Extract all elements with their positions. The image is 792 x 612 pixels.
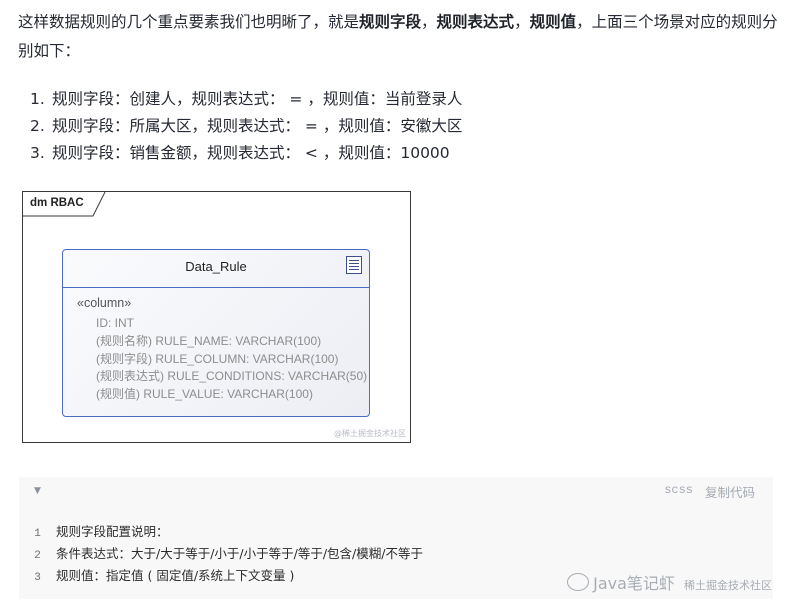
uml-diagram: dm RBAC Data_Rule «column» ID: INT (规则名称… [22, 191, 411, 443]
attribute-item: (规则值) RULE_VALUE: VARCHAR(100) [96, 387, 313, 402]
list-item: 2. 规则字段：所属大区，规则表达式： = ，规则值：安徽大区 [30, 113, 462, 140]
list-item-number: 2. [30, 117, 45, 135]
list-item: 1. 规则字段：创建人，规则表达式： = ，规则值：当前登录人 [30, 86, 462, 113]
intro-text-1: 这样数据规则的几个重点要素我们也明晰了，就是 [18, 13, 360, 31]
intro-bold-rule-field: 规则字段 [359, 13, 422, 31]
list-item-text: 规则字段：所属大区，规则表达式： = ，规则值：安徽大区 [52, 117, 463, 135]
entity-data-rule: Data_Rule «column» ID: INT (规则名称) RULE_N… [62, 249, 370, 417]
code-text: 规则值：指定值 ( 固定值/系统上下文变量 ) [56, 568, 295, 583]
page-watermark: Java笔记虾 稀土掘金技术社区 [567, 570, 772, 594]
entity-name: Data_Rule [185, 259, 247, 274]
entity-separator [63, 287, 369, 288]
line-number: 3 [34, 572, 41, 584]
intro-bold-rule-expression: 规则表达式 [436, 13, 515, 31]
wechat-icon [567, 573, 590, 591]
watermark-text: Java笔记虾 [593, 574, 675, 593]
code-block-header: ▼ scss 复制代码 [19, 477, 773, 507]
chevron-down-icon[interactable]: ▼ [34, 486, 41, 496]
intro-bold-rule-value: 规则值 [529, 13, 577, 31]
stereotype-label: «column» [77, 296, 132, 310]
list-item-number: 1. [30, 90, 45, 108]
attribute-item: (规则名称) RULE_NAME: VARCHAR(100) [96, 333, 322, 348]
code-body: 1 规则字段配置说明： 2 条件表达式：大于/大于等于/小于/小于等于/等于/包含/… [19, 520, 423, 586]
intro-sep-2: ， [514, 13, 530, 31]
attribute-item: (规则表达式) RULE_CONDITIONS: VARCHAR(50) [96, 369, 368, 384]
attribute-item: (规则字段) RULE_COLUMN: VARCHAR(100) [96, 351, 339, 366]
code-line: 3 规则值：指定值 ( 固定值/系统上下文变量 ) [19, 564, 423, 586]
intro-paragraph: 这样数据规则的几个重点要素我们也明晰了，就是规则字段，规则表达式，规则值，上面三… [18, 8, 778, 66]
code-text: 条件表达式：大于/大于等于/小于/小于等于/等于/包含/模糊/不等于 [56, 546, 423, 561]
frame-title: dm RBAC [30, 197, 84, 209]
image-watermark: @稀土掘金技术社区 [334, 429, 406, 438]
list-item-text: 规则字段：销售金额，规则表达式： < ，规则值：10000 [52, 144, 450, 162]
list-item-number: 3. [30, 144, 45, 162]
watermark-subtext: 稀土掘金技术社区 [684, 579, 772, 592]
code-language-label: scss [664, 483, 693, 497]
table-icon [346, 256, 362, 274]
attribute-list: ID: INT (规则名称) RULE_NAME: VARCHAR(100) (… [96, 315, 367, 404]
intro-sep-1: ， [421, 13, 437, 31]
list-item-text: 规则字段：创建人，规则表达式： = ，规则值：当前登录人 [52, 90, 463, 108]
code-line: 2 条件表达式：大于/大于等于/小于/小于等于/等于/包含/模糊/不等于 [19, 542, 423, 564]
copy-code-button[interactable]: 复制代码 [705, 482, 755, 501]
code-line: 1 规则字段配置说明： [19, 520, 423, 542]
code-text: 规则字段配置说明： [56, 524, 169, 539]
list-item: 3. 规则字段：销售金额，规则表达式： < ，规则值：10000 [30, 140, 462, 167]
rules-list: 1. 规则字段：创建人，规则表达式： = ，规则值：当前登录人 2. 规则字段：所属… [30, 86, 462, 167]
attribute-item: ID: INT [96, 316, 134, 330]
